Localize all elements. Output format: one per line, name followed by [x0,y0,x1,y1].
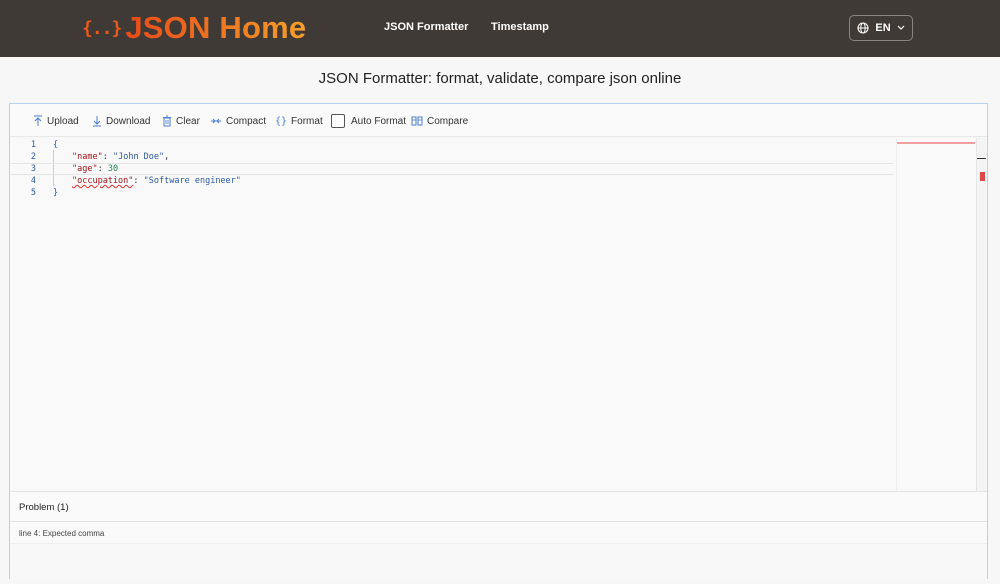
json-key-error: "occupation" [72,176,134,186]
top-navbar: {..} JSON Home JSON Formatter Timestamp … [0,0,1000,57]
page-title: JSON Formatter: format, validate, compar… [318,70,682,87]
globe-icon [857,22,869,34]
editor-card: Upload Download Clear Compact {} Format … [9,103,988,579]
line-number: 5 [30,188,36,198]
code-line-active: 3 "age": 30 [10,163,894,175]
auto-format-label: Auto Format [351,115,407,127]
json-string-value: "Software engineer" [143,176,241,186]
compact-icon [210,116,222,126]
vertical-scrollbar[interactable] [976,138,986,491]
code-text: } [53,188,59,198]
scrollbar-error-marker [980,172,985,181]
format-button[interactable]: {} Format [275,112,323,130]
problem-message: line 4: Expected comma [19,529,105,538]
format-label: Format [291,115,323,127]
line-number: 2 [30,152,36,162]
logo[interactable]: {..} JSON Home [82,9,306,47]
line-number: 3 [30,164,36,174]
logo-text: JSON Home [125,10,307,45]
chevron-down-icon [897,25,905,31]
json-string-value: "John Doe" [112,152,165,162]
clear-label: Clear [176,115,200,127]
code-editor[interactable]: 1 { 2 "name": "John Doe", 3 "age": 30 4 … [10,138,987,491]
line-number: 4 [30,176,36,186]
line-number: 1 [30,140,36,150]
editor-toolbar: Upload Download Clear Compact {} Format … [10,104,987,137]
json-colon: : [102,152,113,162]
json-comma: , [164,152,170,162]
trash-icon [162,115,172,127]
code-line: 4 "occupation": "Software engineer" [10,176,894,188]
compare-label: Compare [427,115,469,127]
auto-format-toggle[interactable]: Auto Format [331,112,406,130]
code-text: { [53,140,59,150]
nav-timestamp[interactable]: Timestamp [491,21,549,33]
minimap[interactable] [896,138,976,491]
braces-icon: {} [275,115,288,127]
code-line: 1 { [10,140,894,152]
language-label: EN [875,22,891,34]
problems-title: Problem (1) [19,502,69,513]
problems-header: Problem (1) [10,492,987,522]
problem-item[interactable]: line 4: Expected comma [10,522,987,544]
upload-icon [33,115,43,127]
minimap-error-marker [897,142,975,144]
json-key: "name" [72,152,103,162]
download-icon [92,115,102,127]
json-colon: : [97,164,108,174]
json-colon: : [133,176,144,186]
language-selector[interactable]: EN [849,15,913,41]
clear-button[interactable]: Clear [162,112,200,130]
compare-button[interactable]: Compare [411,112,468,130]
download-label: Download [106,115,151,127]
compare-icon [411,116,423,126]
nav-json-formatter[interactable]: JSON Formatter [384,21,468,33]
download-button[interactable]: Download [92,112,150,130]
compact-button[interactable]: Compact [210,112,266,130]
upload-button[interactable]: Upload [33,112,79,130]
code-line: 5 } [10,188,894,200]
scrollbar-cursor-marker [977,158,986,159]
compact-label: Compact [226,115,267,127]
auto-format-checkbox[interactable] [331,114,345,128]
problems-panel: Problem (1) line 4: Expected comma [10,491,987,579]
upload-label: Upload [47,115,79,127]
logo-braces-icon: {..} [82,17,122,39]
json-key: "age" [72,164,98,174]
json-number-value: 30 [107,164,119,174]
